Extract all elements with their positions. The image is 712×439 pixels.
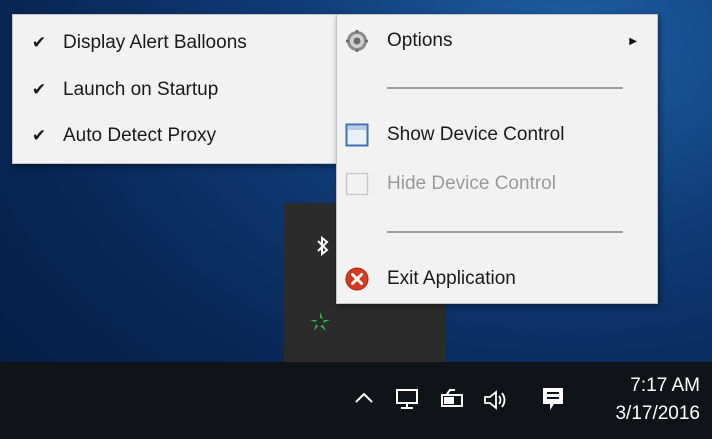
window-disabled-icon — [345, 172, 369, 196]
exit-icon — [345, 267, 369, 291]
menu-item-hide-device-control: Hide Device Control — [337, 166, 657, 202]
menu-item-label: Show Device Control — [387, 124, 565, 145]
battery-icon[interactable] — [441, 389, 465, 415]
window-icon — [345, 123, 369, 147]
volume-icon[interactable] — [483, 389, 509, 417]
menu-separator — [387, 87, 623, 89]
bluetooth-icon[interactable] — [312, 235, 334, 257]
gear-icon — [345, 29, 369, 53]
submenu-arrow-icon: ▶ — [629, 35, 637, 47]
menu-item-auto-detect-proxy[interactable]: ✔ Auto Detect Proxy — [13, 118, 338, 154]
options-submenu: ✔ Display Alert Balloons ✔ Launch on Sta… — [12, 14, 339, 164]
menu-item-label: Hide Device Control — [387, 173, 556, 194]
menu-item-label: Auto Detect Proxy — [63, 125, 217, 146]
checkmark-icon: ✔ — [31, 126, 47, 145]
checkmark-icon: ✔ — [31, 33, 47, 52]
checkmark-icon: ✔ — [31, 80, 47, 99]
menu-item-label: Display Alert Balloons — [63, 32, 247, 53]
system-clock[interactable]: 7:17 AM 3/17/2016 — [615, 372, 700, 428]
green-app-icon[interactable] — [309, 311, 331, 333]
clock-time: 7:17 AM — [630, 375, 700, 396]
action-center-icon[interactable] — [541, 386, 565, 418]
menu-item-display-alert-balloons[interactable]: ✔ Display Alert Balloons — [13, 25, 338, 61]
menu-item-label: Launch on Startup — [63, 79, 219, 100]
menu-item-exit-application[interactable]: Exit Application — [337, 261, 657, 297]
taskbar: 7:17 AM 3/17/2016 — [0, 362, 712, 439]
clock-date: 3/17/2016 — [615, 403, 700, 424]
context-menu: Options ▶ Show Device Control Hide Devic… — [336, 14, 658, 304]
menu-separator — [387, 231, 623, 233]
menu-item-options[interactable]: Options ▶ — [337, 23, 657, 59]
network-icon[interactable] — [395, 388, 419, 416]
menu-item-launch-on-startup[interactable]: ✔ Launch on Startup — [13, 72, 338, 108]
menu-item-label: Options — [387, 30, 453, 51]
menu-item-show-device-control[interactable]: Show Device Control — [337, 117, 657, 153]
chevron-up-icon[interactable] — [352, 386, 376, 416]
menu-item-label: Exit Application — [387, 268, 516, 289]
